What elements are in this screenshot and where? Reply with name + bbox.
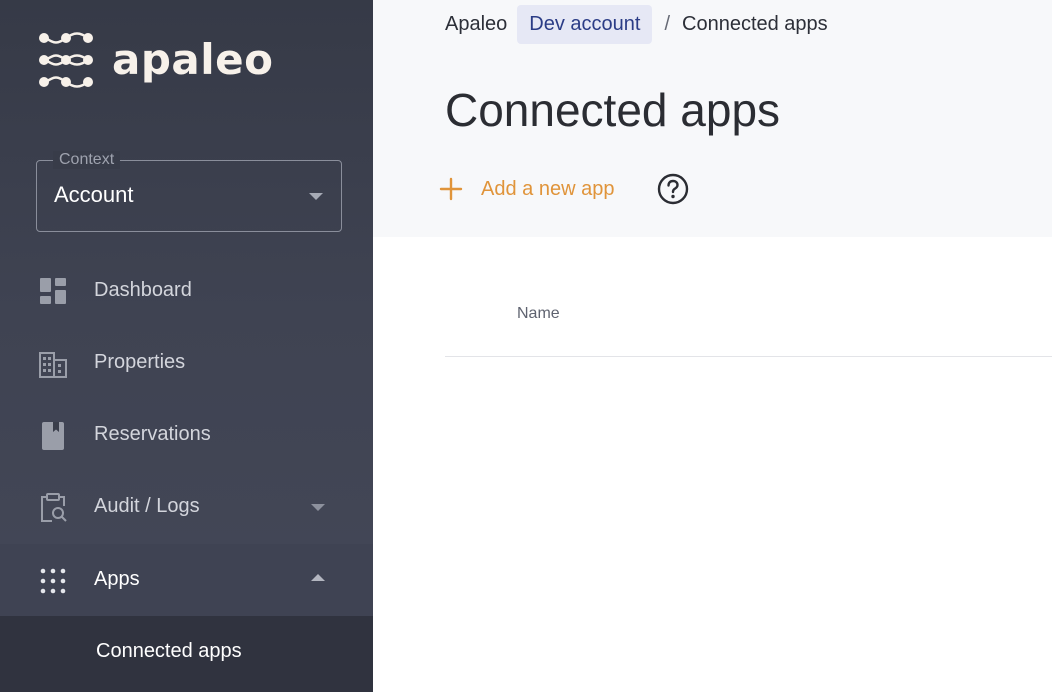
plus-icon (439, 177, 463, 201)
sidebar-subitem-label: Connected apps (96, 640, 242, 662)
sidebar-item-dashboard[interactable]: Dashboard (0, 255, 373, 327)
chevron-down-icon (311, 504, 325, 511)
sidebar: apaleo Context Account Dashboard Propert… (0, 0, 373, 692)
sidebar-item-apps[interactable]: Apps (0, 544, 373, 616)
breadcrumb-separator: / (664, 12, 671, 35)
dashboard-icon (40, 278, 66, 304)
breadcrumb: Apaleo Dev account / Connected apps (445, 3, 828, 45)
add-new-app-button[interactable]: Add a new app (439, 170, 614, 208)
apaleo-wordmark: apaleo (112, 35, 274, 84)
sidebar-item-label: Audit / Logs (94, 495, 200, 517)
apaleo-logo-icon (39, 32, 93, 88)
sidebar-item-label: Properties (94, 351, 186, 373)
column-header-name[interactable]: Name (517, 305, 560, 323)
book-icon (42, 422, 64, 450)
chevron-up-icon (311, 574, 325, 581)
context-select[interactable]: Context Account (36, 151, 342, 232)
context-label: Context (53, 151, 121, 169)
context-value: Account (54, 182, 134, 207)
apps-grid-icon (40, 568, 66, 594)
building-icon (39, 352, 67, 378)
sidebar-item-properties[interactable]: Properties (0, 327, 373, 399)
sidebar-item-reservations[interactable]: Reservations (0, 399, 373, 471)
page-header: Apaleo Dev account / Connected apps Conn… (373, 0, 1052, 237)
page-title: Connected apps (445, 84, 781, 136)
breadcrumb-account[interactable]: Dev account (517, 4, 653, 44)
breadcrumb-root[interactable]: Apaleo (445, 13, 507, 36)
apaleo-logo[interactable]: apaleo (36, 30, 273, 92)
breadcrumb-current: Connected apps (682, 12, 828, 35)
add-new-app-label: Add a new app (481, 177, 615, 200)
sidebar-subitem-connected-apps[interactable]: Connected apps (0, 616, 373, 692)
sidebar-item-label: Reservations (94, 423, 211, 445)
help-circle-icon[interactable] (657, 173, 689, 205)
clipboard-search-icon (41, 493, 67, 522)
chevron-down-icon (309, 193, 323, 200)
sidebar-item-label: Apps (94, 568, 140, 590)
table-header: Name (445, 290, 1052, 357)
sidebar-item-label: Dashboard (94, 279, 192, 301)
sidebar-item-audit-logs[interactable]: Audit / Logs (0, 471, 373, 543)
